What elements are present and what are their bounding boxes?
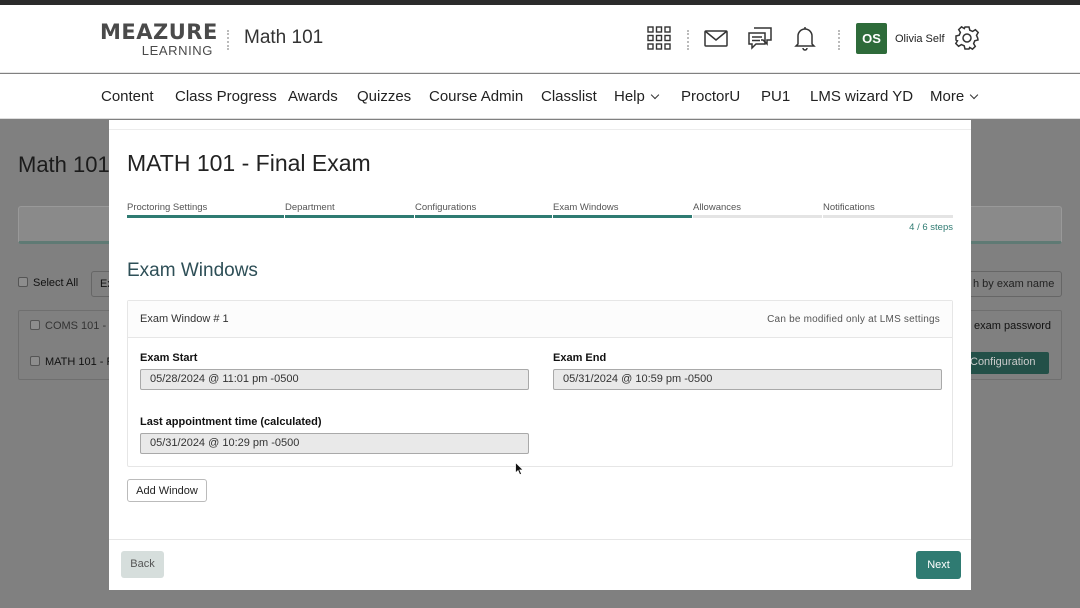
nav-help-label: Help — [614, 88, 645, 105]
nav-more-label: More — [930, 88, 964, 105]
divider — [109, 539, 971, 540]
modal-title: MATH 101 - Final Exam — [127, 150, 371, 177]
row-label: MATH 101 - F — [45, 356, 113, 368]
divider — [838, 30, 840, 50]
exam-start-label: Exam Start — [140, 352, 197, 364]
exam-end-label: Exam End — [553, 352, 606, 364]
checkbox — [18, 277, 28, 287]
logo-text-bottom: LEARNING — [100, 43, 213, 58]
avatar[interactable]: OS — [856, 23, 887, 54]
nav-lms-wizard[interactable]: LMS wizard YD — [810, 88, 913, 105]
exam-window-header: Exam Window # 1 Can be modified only at … — [128, 301, 952, 338]
table-row: MATH 101 - F — [30, 356, 113, 368]
configuration-button: Configuration — [960, 352, 1049, 374]
checkbox — [30, 356, 40, 366]
exam-window-card: Exam Window # 1 Can be modified only at … — [127, 300, 953, 467]
step-notifications[interactable]: Notifications — [823, 202, 875, 213]
step-proctoring-settings[interactable]: Proctoring Settings — [127, 202, 207, 213]
exam-window-title: Exam Window # 1 — [140, 313, 229, 325]
bell-icon[interactable] — [792, 25, 818, 51]
last-appointment-label: Last appointment time (calculated) — [140, 416, 322, 428]
table-row: COMS 101 - I — [30, 320, 112, 332]
mouse-cursor-icon — [515, 462, 525, 476]
section-title: Exam Windows — [127, 260, 258, 282]
step-exam-windows[interactable]: Exam Windows — [553, 202, 618, 213]
add-window-button[interactable]: Add Window — [127, 479, 207, 502]
chevron-down-icon — [970, 91, 978, 99]
exam-end-field[interactable]: 05/31/2024 @ 10:59 pm -0500 — [553, 369, 942, 390]
divider — [687, 30, 689, 50]
step-progress-bar — [415, 215, 552, 218]
divider — [109, 129, 971, 130]
mail-icon[interactable] — [703, 25, 729, 51]
step-configurations[interactable]: Configurations — [415, 202, 476, 213]
exam-start-field[interactable]: 05/28/2024 @ 11:01 pm -0500 — [140, 369, 529, 390]
nav-quizzes[interactable]: Quizzes — [357, 88, 411, 105]
meazure-logo[interactable]: MEAZURE LEARNING — [100, 21, 216, 59]
step-progress-bar — [553, 215, 692, 218]
nav-classlist[interactable]: Classlist — [541, 88, 597, 105]
step-progress-bar — [285, 215, 414, 218]
step-progress-bar — [693, 215, 822, 218]
nav-course-admin[interactable]: Course Admin — [429, 88, 523, 105]
step-allowances[interactable]: Allowances — [693, 202, 741, 213]
steps-count: 4 / 6 steps — [909, 222, 953, 233]
logo-text-top: MEAZURE — [100, 21, 216, 43]
course-nav: Content Class Progress Awards Quizzes Co… — [0, 74, 1080, 119]
row-label: COMS 101 - I — [45, 320, 112, 332]
back-button[interactable]: Back — [121, 551, 164, 578]
select-all-label: Select All — [33, 277, 78, 289]
last-appointment-field[interactable]: 05/31/2024 @ 10:29 pm -0500 — [140, 433, 529, 454]
apps-grid-icon[interactable] — [646, 25, 672, 51]
step-department[interactable]: Department — [285, 202, 335, 213]
checkbox — [30, 320, 40, 330]
exam-window-note: Can be modified only at LMS settings — [767, 314, 940, 325]
user-name[interactable]: Olivia Self — [895, 33, 945, 45]
discussions-icon[interactable] — [747, 25, 773, 51]
page-title: Math 101 — [18, 152, 110, 178]
nav-more[interactable]: More — [930, 88, 977, 105]
nav-proctoru[interactable]: ProctorU — [681, 88, 740, 105]
course-title[interactable]: Math 101 — [244, 27, 323, 49]
nav-help[interactable]: Help — [614, 88, 658, 105]
nav-content[interactable]: Content — [101, 88, 154, 105]
gear-icon[interactable] — [954, 25, 980, 51]
select-all: Select All — [18, 277, 78, 289]
step-progress-bar — [823, 215, 953, 218]
next-button[interactable]: Next — [916, 551, 961, 579]
chevron-down-icon — [651, 91, 659, 99]
nav-class-progress[interactable]: Class Progress — [175, 88, 277, 105]
exam-config-modal: MATH 101 - Final Exam Proctoring Setting… — [109, 120, 971, 590]
nav-pu1[interactable]: PU1 — [761, 88, 790, 105]
divider — [227, 30, 229, 50]
step-progress-bar — [127, 215, 284, 218]
nav-awards[interactable]: Awards — [288, 88, 338, 105]
password-label: exam password — [974, 320, 1051, 332]
top-header: MEAZURE LEARNING Math 101 OS Olivia — [0, 5, 1080, 73]
